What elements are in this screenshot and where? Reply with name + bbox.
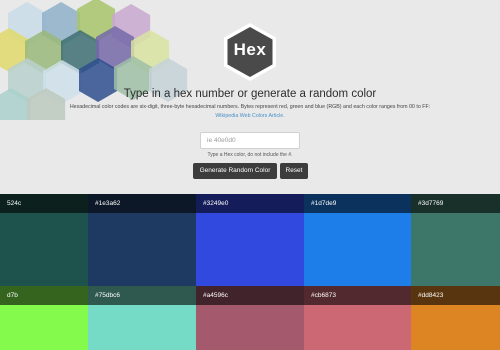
logo-text: Hex — [233, 40, 267, 59]
color-swatch-label: #3d7769 — [411, 194, 500, 213]
hex-color-input[interactable] — [200, 132, 300, 149]
color-swatch[interactable]: d7b — [0, 286, 88, 350]
color-swatch[interactable]: #1e3a62 — [88, 194, 196, 286]
color-swatch[interactable]: #3249e0 — [196, 194, 304, 286]
generate-random-color-button[interactable]: Generate Random Color — [193, 163, 277, 179]
color-swatch-label: #75dbc6 — [88, 286, 196, 305]
color-swatch[interactable]: #a4596c — [196, 286, 304, 350]
reset-button[interactable]: Reset — [280, 163, 308, 179]
color-swatch-label: #cb6873 — [304, 286, 411, 305]
wikipedia-link[interactable]: Wikipedia Web Colors Article. — [0, 113, 500, 119]
color-swatch-label: d7b — [0, 286, 88, 305]
color-swatch-label: #3249e0 — [196, 194, 304, 213]
color-swatch-label: 524c — [0, 194, 88, 213]
color-swatch[interactable]: #dd8423 — [411, 286, 500, 350]
description-text: Hexadecimal color codes are six-digit, t… — [69, 104, 431, 110]
color-swatch-label: #1d7de9 — [304, 194, 411, 213]
page-title: Type in a hex number or generate a rando… — [123, 88, 377, 100]
color-swatch[interactable]: #3d7769 — [411, 194, 500, 286]
color-swatch-label: #1e3a62 — [88, 194, 196, 213]
decorative-hexagon-pattern — [0, 0, 188, 120]
input-hint: Type a Hex color, do not include the #. — [207, 152, 293, 158]
color-swatch-label: #a4596c — [196, 286, 304, 305]
color-swatch[interactable]: #1d7de9 — [304, 194, 411, 286]
color-swatch[interactable]: 524c — [0, 194, 88, 286]
color-swatch[interactable]: #75dbc6 — [88, 286, 196, 350]
page: Hex Type in a hex number or generate a r… — [0, 0, 500, 350]
color-swatch[interactable]: #cb6873 — [304, 286, 411, 350]
color-swatch-label: #dd8423 — [411, 286, 500, 305]
